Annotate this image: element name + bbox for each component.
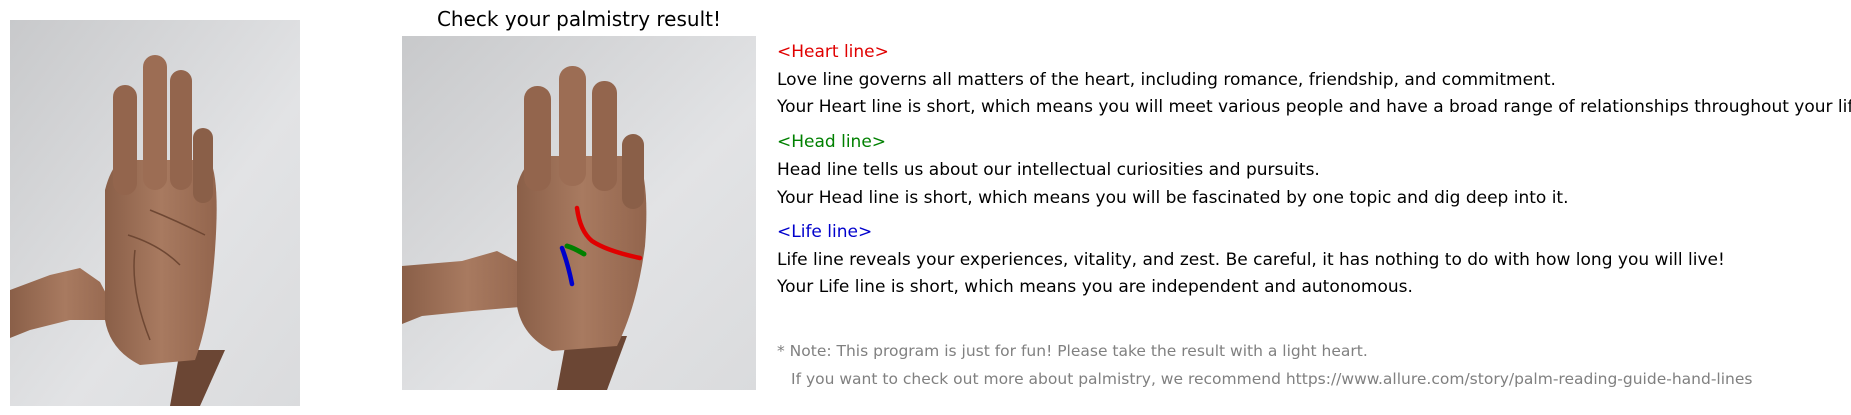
head-line-heading: <Head line>	[777, 132, 887, 152]
life-line-result: Your Life line is short, which means you…	[777, 277, 1413, 297]
life-line-heading: <Life line>	[777, 222, 873, 242]
head-line-result: Your Head line is short, which means you…	[777, 188, 1569, 208]
input-hand-photo	[10, 20, 300, 406]
heart-line-description: Love line governs all matters of the hea…	[777, 70, 1556, 90]
head-line-description: Head line tells us about our intellectua…	[777, 160, 1320, 180]
result-hand-photo	[402, 36, 756, 390]
heart-line-result: Your Heart line is short, which means yo…	[777, 97, 1851, 117]
result-title: Check your palmistry result!	[436, 7, 722, 31]
heart-line-heading: <Heart line>	[777, 42, 889, 62]
life-line-description: Life line reveals your experiences, vita…	[777, 250, 1725, 270]
note-disclaimer: * Note: This program is just for fun! Pl…	[777, 342, 1368, 360]
note-reference: If you want to check out more about palm…	[791, 370, 1753, 388]
